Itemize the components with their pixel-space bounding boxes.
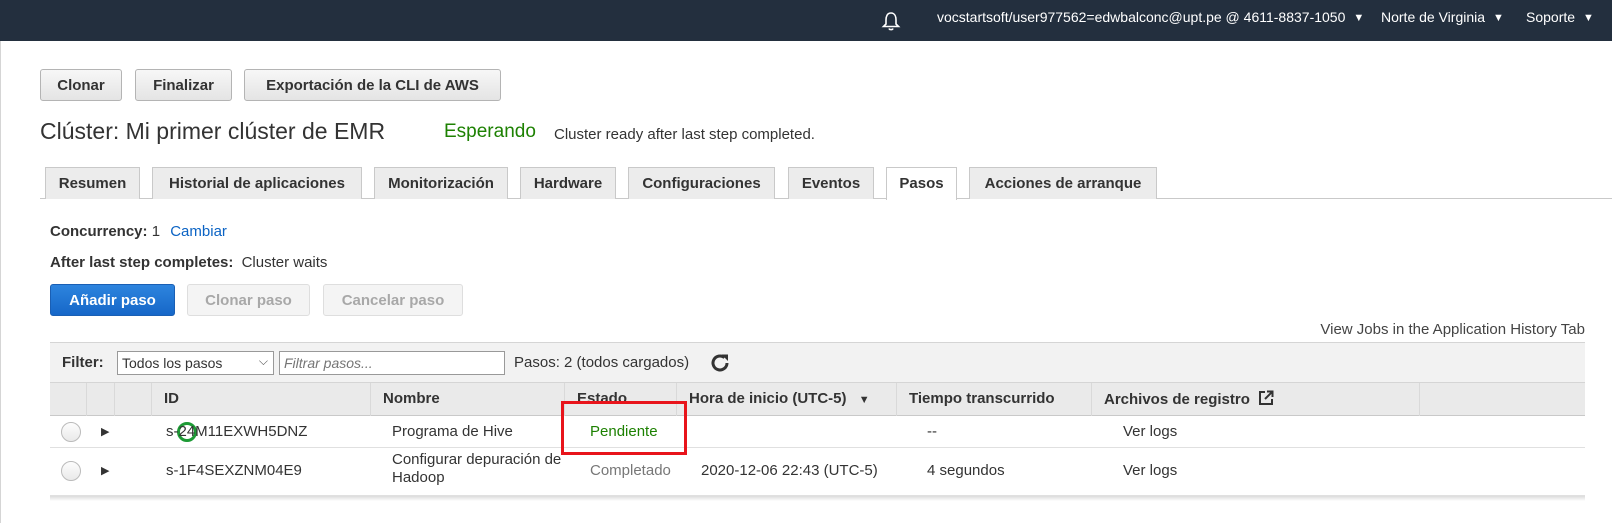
step-id: s-1F4SEXZNM04E9: [166, 462, 302, 479]
step-filter-select[interactable]: Todos los pasos ⌵: [117, 351, 274, 375]
expand-row-icon[interactable]: ▶: [101, 425, 109, 438]
view-logs-link[interactable]: Ver logs: [1123, 423, 1177, 440]
header-elapsed[interactable]: Tiempo transcurrido: [897, 383, 1092, 416]
step-name-line2: Hadoop: [392, 469, 445, 486]
support-menu[interactable]: Soporte ▼: [1526, 9, 1594, 25]
step-elapsed: 4 segundos: [927, 462, 1005, 479]
sort-desc-icon: ▼: [858, 394, 870, 406]
after-last-step-row: After last step completes: Cluster waits: [50, 254, 327, 271]
clone-cluster-button[interactable]: Clonar: [40, 69, 122, 101]
header-logs-label: Archivos de registro: [1104, 391, 1250, 408]
bell-icon[interactable]: [880, 10, 902, 32]
step-elapsed: --: [927, 423, 937, 440]
expand-row-icon[interactable]: ▶: [101, 464, 109, 477]
filter-label: Filter:: [62, 354, 104, 371]
clone-step-button: Clonar paso: [187, 284, 310, 316]
left-panel-edge: [0, 41, 1, 523]
step-start-time: 2020-12-06 22:43 (UTC-5): [701, 462, 878, 479]
header-name[interactable]: Nombre: [371, 383, 565, 416]
tab-resumen[interactable]: Resumen: [45, 167, 140, 199]
row-select-radio[interactable]: [61, 422, 81, 442]
concurrency-row: Concurrency: 1 Cambiar: [50, 223, 227, 240]
step-filter-input[interactable]: [279, 351, 505, 375]
chevron-down-icon: ▼: [1493, 12, 1504, 24]
tab-pasos[interactable]: Pasos: [886, 167, 957, 200]
chevron-down-icon: ⌵: [258, 354, 268, 368]
header-logs[interactable]: Archivos de registro: [1092, 383, 1420, 416]
header-state-icon-col: [115, 383, 152, 416]
tab-monitorizacion[interactable]: Monitorización: [374, 167, 508, 199]
tab-configuraciones[interactable]: Configuraciones: [628, 167, 775, 199]
header-start-time[interactable]: Hora de inicio (UTC-5) ▼: [677, 383, 897, 416]
step-status: Completado: [590, 462, 671, 479]
table-bottom-shadow: [50, 496, 1585, 501]
tab-acciones-arranque[interactable]: Acciones de arranque: [969, 167, 1157, 199]
refresh-icon[interactable]: [708, 351, 732, 375]
chevron-down-icon: ▼: [1583, 12, 1594, 24]
header-start-time-label: Hora de inicio (UTC-5): [689, 390, 847, 407]
cancel-step-button: Cancelar paso: [323, 284, 463, 316]
after-last-step-value: Cluster waits: [241, 254, 328, 271]
view-jobs-link[interactable]: View Jobs in the Application History Tab: [1320, 321, 1585, 338]
header-expand-col: [87, 383, 115, 416]
header-id[interactable]: ID: [152, 383, 371, 416]
row-select-radio[interactable]: [61, 461, 81, 481]
concurrency-value: 1: [151, 223, 161, 240]
table-row[interactable]: ▶ s-1F4SEXZNM04E9 Configurar depuración …: [50, 448, 1585, 496]
steps-table-header: ID Nombre Estado Hora de inicio (UTC-5) …: [50, 382, 1585, 416]
step-filter-selected: Todos los pasos: [122, 355, 223, 371]
chevron-down-icon: ▼: [1353, 12, 1365, 24]
tab-hardware[interactable]: Hardware: [520, 167, 616, 199]
external-link-icon: [1259, 390, 1274, 405]
step-name-line1: Configurar depuración de: [392, 451, 562, 468]
filter-bar: Filter: Todos los pasos ⌵ Pasos: 2 (todo…: [50, 342, 1585, 382]
page-title: Clúster: Mi primer clúster de EMR: [40, 118, 386, 144]
highlight-annotation-box: [561, 401, 687, 455]
header-select-col: [50, 383, 87, 416]
tab-eventos[interactable]: Eventos: [788, 167, 874, 199]
tab-historial[interactable]: Historial de aplicaciones: [152, 167, 362, 199]
view-logs-link[interactable]: Ver logs: [1123, 462, 1177, 479]
cluster-status-message: Cluster ready after last step completed.: [554, 126, 815, 143]
account-menu-label: vocstartsoft/user977562=edwbalconc@upt.p…: [937, 9, 1346, 25]
region-menu[interactable]: Norte de Virginia ▼: [1381, 9, 1504, 25]
account-menu[interactable]: vocstartsoft/user977562=edwbalconc@upt.p…: [937, 9, 1364, 25]
step-name: Configurar depuración de Hadoop: [392, 451, 561, 487]
top-navigation-bar: vocstartsoft/user977562=edwbalconc@upt.p…: [0, 0, 1612, 41]
concurrency-label: Concurrency:: [50, 223, 148, 240]
region-menu-label: Norte de Virginia: [1381, 9, 1486, 25]
steps-count: Pasos: 2 (todos cargados): [514, 354, 690, 371]
after-last-step-label: After last step completes:: [50, 254, 234, 271]
export-cli-button[interactable]: Exportación de la CLI de AWS: [244, 69, 501, 101]
table-row[interactable]: ▶ s-24M11EXWH5DNZ Programa de Hive Pendi…: [50, 416, 1585, 448]
terminate-cluster-button[interactable]: Finalizar: [135, 69, 232, 101]
cluster-status: Esperando: [444, 121, 536, 142]
step-id: s-24M11EXWH5DNZ: [166, 423, 308, 440]
add-step-button[interactable]: Añadir paso: [50, 284, 175, 316]
support-menu-label: Soporte: [1526, 9, 1576, 25]
change-concurrency-link[interactable]: Cambiar: [170, 223, 227, 240]
step-name: Programa de Hive: [392, 423, 513, 440]
